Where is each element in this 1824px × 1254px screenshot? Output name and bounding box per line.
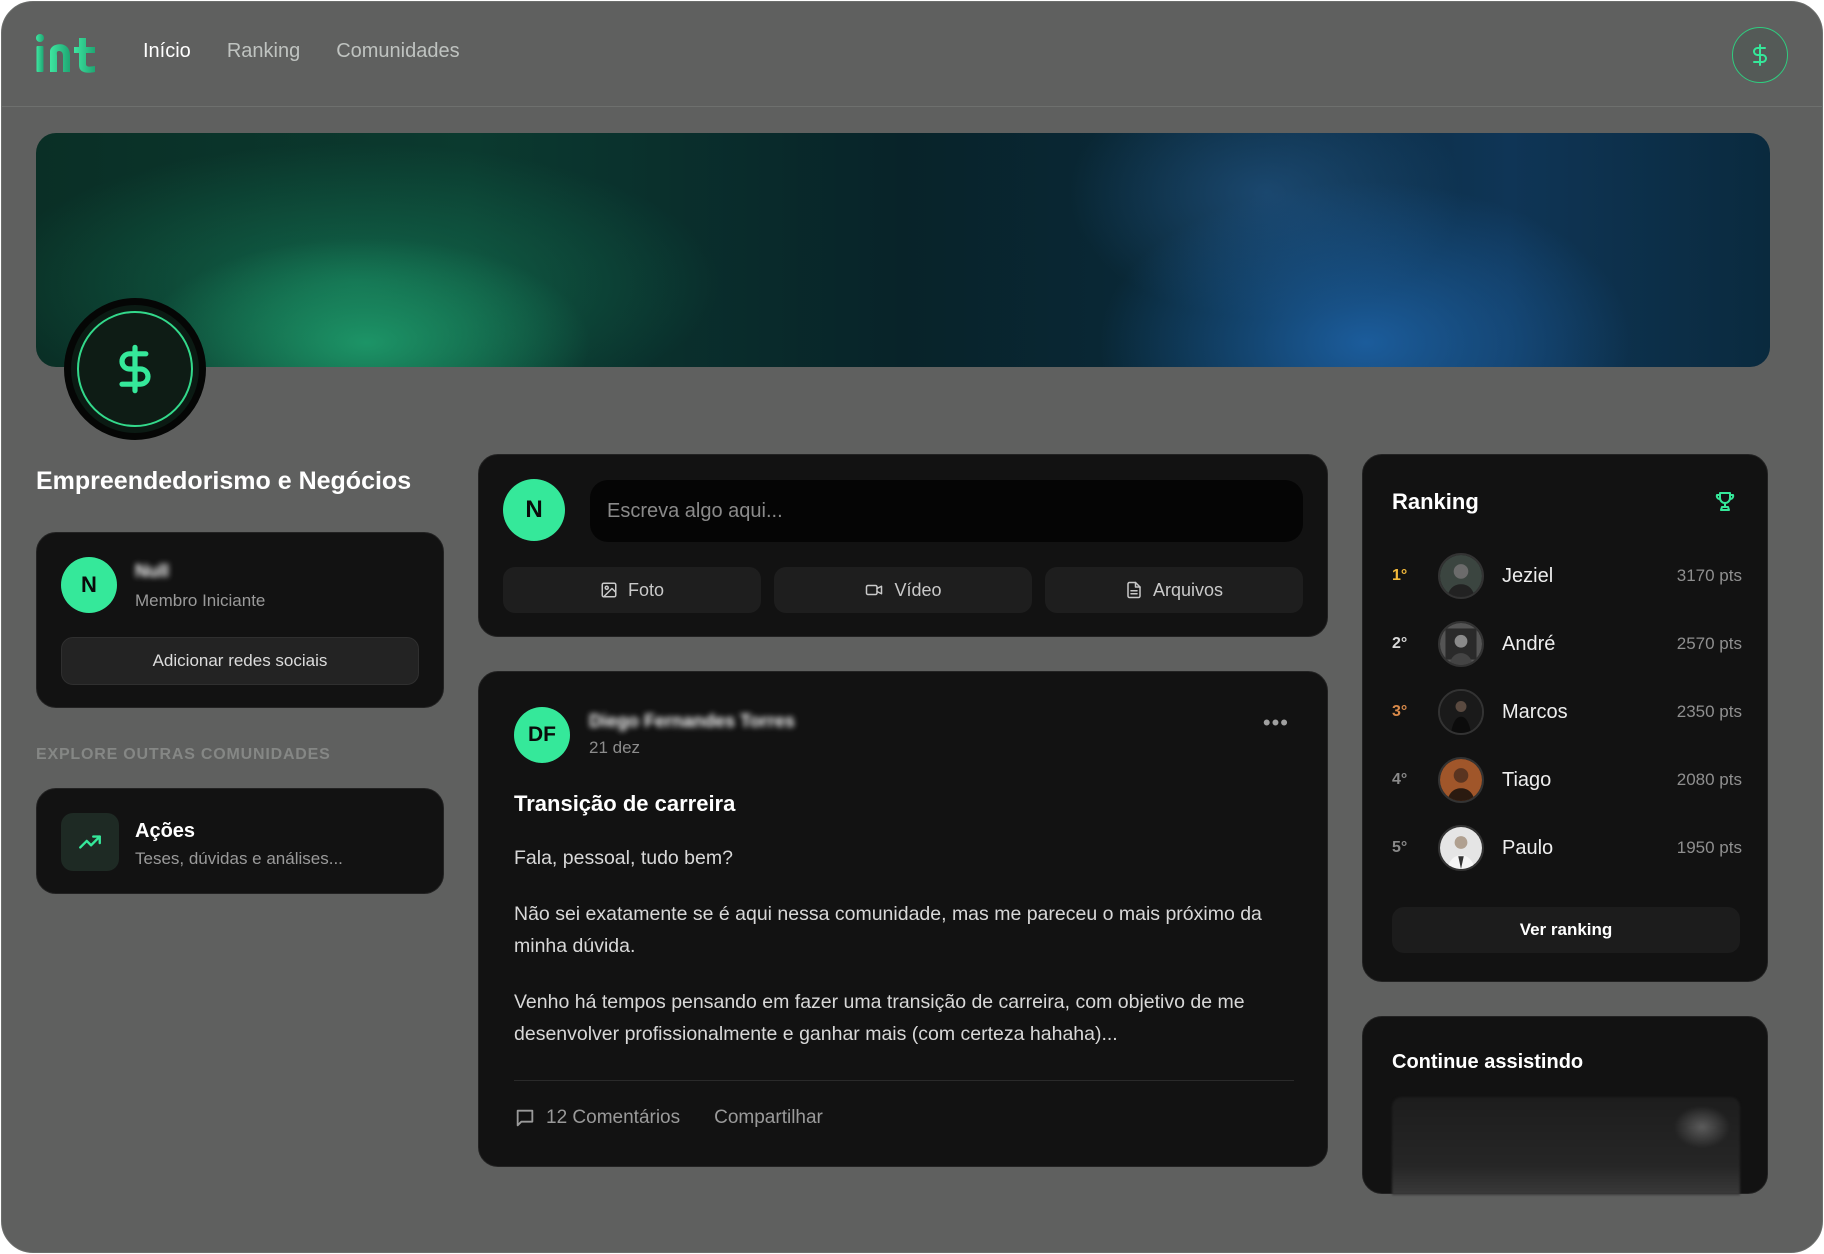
ranking-points: 3170 pts <box>1676 566 1742 585</box>
community-title-acoes: Ações <box>135 820 196 842</box>
member-name: Null <box>135 561 169 581</box>
community-avatar <box>64 298 206 440</box>
community-banner <box>36 133 1770 367</box>
ranking-row[interactable]: 3° Marcos 2350 pts <box>1392 688 1742 736</box>
post-actions: 12 Comentários Compartilhar <box>514 1107 823 1129</box>
user-avatar <box>1438 757 1484 803</box>
post-composer: N Foto Vídeo Arquivos <box>478 454 1328 637</box>
ranking-position: 4° <box>1392 771 1408 788</box>
post-card: DF Diego Fernandes Torres 21 dez ••• Tra… <box>478 671 1328 1167</box>
trending-up-icon <box>79 835 101 849</box>
explore-communities-label: EXPLORE OUTRAS COMUNIDADES <box>36 746 331 763</box>
ranking-name: Paulo <box>1502 836 1554 859</box>
post-title[interactable]: Transição de carreira <box>514 791 735 817</box>
main-nav: Início Ranking Comunidades <box>143 40 460 63</box>
post-paragraph: Não sei exatamente se é aqui nessa comun… <box>514 903 1262 957</box>
ranking-row[interactable]: 5° Paulo 1950 pts <box>1392 824 1742 872</box>
ranking-row[interactable]: 1° Jeziel 3170 pts <box>1392 552 1742 600</box>
ranking-name: Jeziel <box>1502 564 1554 587</box>
post-body: Fala, pessoal, tudo bem? Não sei exatame… <box>514 842 1304 1074</box>
community-icon <box>61 813 119 871</box>
more-options-icon[interactable]: ••• <box>1263 710 1289 736</box>
member-role: Membro Iniciante <box>135 591 266 610</box>
add-photo-label: Foto <box>627 579 665 600</box>
file-icon <box>1127 581 1141 599</box>
post-author-avatar[interactable]: DF <box>514 707 570 763</box>
ranking-position: 3° <box>1392 703 1408 720</box>
ranking-name: Tiago <box>1502 768 1552 791</box>
ranking-points: 2080 pts <box>1676 770 1742 789</box>
add-video-label: Vídeo <box>894 579 942 600</box>
app-frame: Início Ranking Comunidades Empreendedori… <box>1 1 1823 1253</box>
continue-watching-title: Continue assistindo <box>1392 1051 1584 1073</box>
trophy-icon <box>1715 492 1735 511</box>
ranking-position: 5° <box>1392 839 1408 856</box>
ranking-position: 1° <box>1392 567 1408 584</box>
view-ranking-button[interactable]: Ver ranking <box>1392 907 1740 953</box>
continue-watching-card: Continue assistindo <box>1362 1016 1768 1195</box>
ranking-points: 1950 pts <box>1676 838 1742 857</box>
nav-ranking[interactable]: Ranking <box>227 40 300 63</box>
ranking-card: Ranking 1° Jeziel 3170 pts 2° André 2570… <box>1362 454 1768 982</box>
post-author-name[interactable]: Diego Fernandes Torres <box>589 711 795 732</box>
ranking-name: André <box>1502 632 1556 655</box>
member-avatar[interactable]: N <box>61 557 117 613</box>
ranking-points: 2350 pts <box>1676 702 1742 721</box>
ranking-title: Ranking <box>1392 489 1479 514</box>
post-paragraph: Fala, pessoal, tudo bem? <box>514 847 733 869</box>
add-video-button[interactable]: Vídeo <box>774 567 1032 613</box>
post-input[interactable] <box>590 480 1303 542</box>
ranking-row[interactable]: 2° André 2570 pts <box>1392 620 1742 668</box>
comment-icon <box>516 1109 534 1127</box>
nav-inicio[interactable]: Início <box>143 40 191 63</box>
community-card-acoes[interactable]: Ações Teses, dúvidas e análises... <box>36 788 444 894</box>
ranking-points: 2570 pts <box>1676 634 1742 653</box>
share-label: Compartilhar <box>714 1107 823 1128</box>
dollar-icon <box>119 344 151 394</box>
community-title: Empreendedorismo e Negócios <box>36 467 412 495</box>
post-date: 21 dez <box>589 738 641 757</box>
add-files-button[interactable]: Arquivos <box>1045 567 1303 613</box>
user-avatar <box>1438 825 1484 871</box>
member-card: N Null Membro Iniciante Adicionar redes … <box>36 532 444 708</box>
add-photo-button[interactable]: Foto <box>503 567 761 613</box>
add-files-label: Arquivos <box>1152 579 1224 600</box>
user-avatar <box>1438 689 1484 735</box>
dollar-icon <box>1753 44 1767 66</box>
video-thumbnail[interactable] <box>1392 1097 1740 1195</box>
nav-comunidades[interactable]: Comunidades <box>336 40 459 63</box>
community-description-acoes: Teses, dúvidas e análises... <box>135 849 343 868</box>
comments-label: 12 Comentários <box>546 1107 681 1128</box>
divider <box>514 1080 1294 1081</box>
int-logo[interactable] <box>35 32 101 76</box>
post-paragraph: Venho há tempos pensando em fazer uma tr… <box>514 991 1245 1045</box>
add-social-networks-button[interactable]: Adicionar redes sociais <box>61 637 419 685</box>
composer-avatar: N <box>503 479 565 541</box>
community-switcher-button[interactable] <box>1732 27 1788 83</box>
ranking-row[interactable]: 4° Tiago 2080 pts <box>1392 756 1742 804</box>
user-avatar <box>1438 553 1484 599</box>
ranking-position: 2° <box>1392 635 1408 652</box>
community-avatar-ring <box>77 311 193 427</box>
image-icon <box>601 582 617 598</box>
video-icon <box>866 584 883 596</box>
top-navigation-bar: Início Ranking Comunidades <box>2 2 1822 107</box>
comments-button[interactable]: 12 Comentários <box>514 1107 680 1129</box>
share-button[interactable]: Compartilhar <box>714 1107 823 1129</box>
ranking-name: Marcos <box>1502 700 1568 723</box>
user-avatar <box>1438 621 1484 667</box>
